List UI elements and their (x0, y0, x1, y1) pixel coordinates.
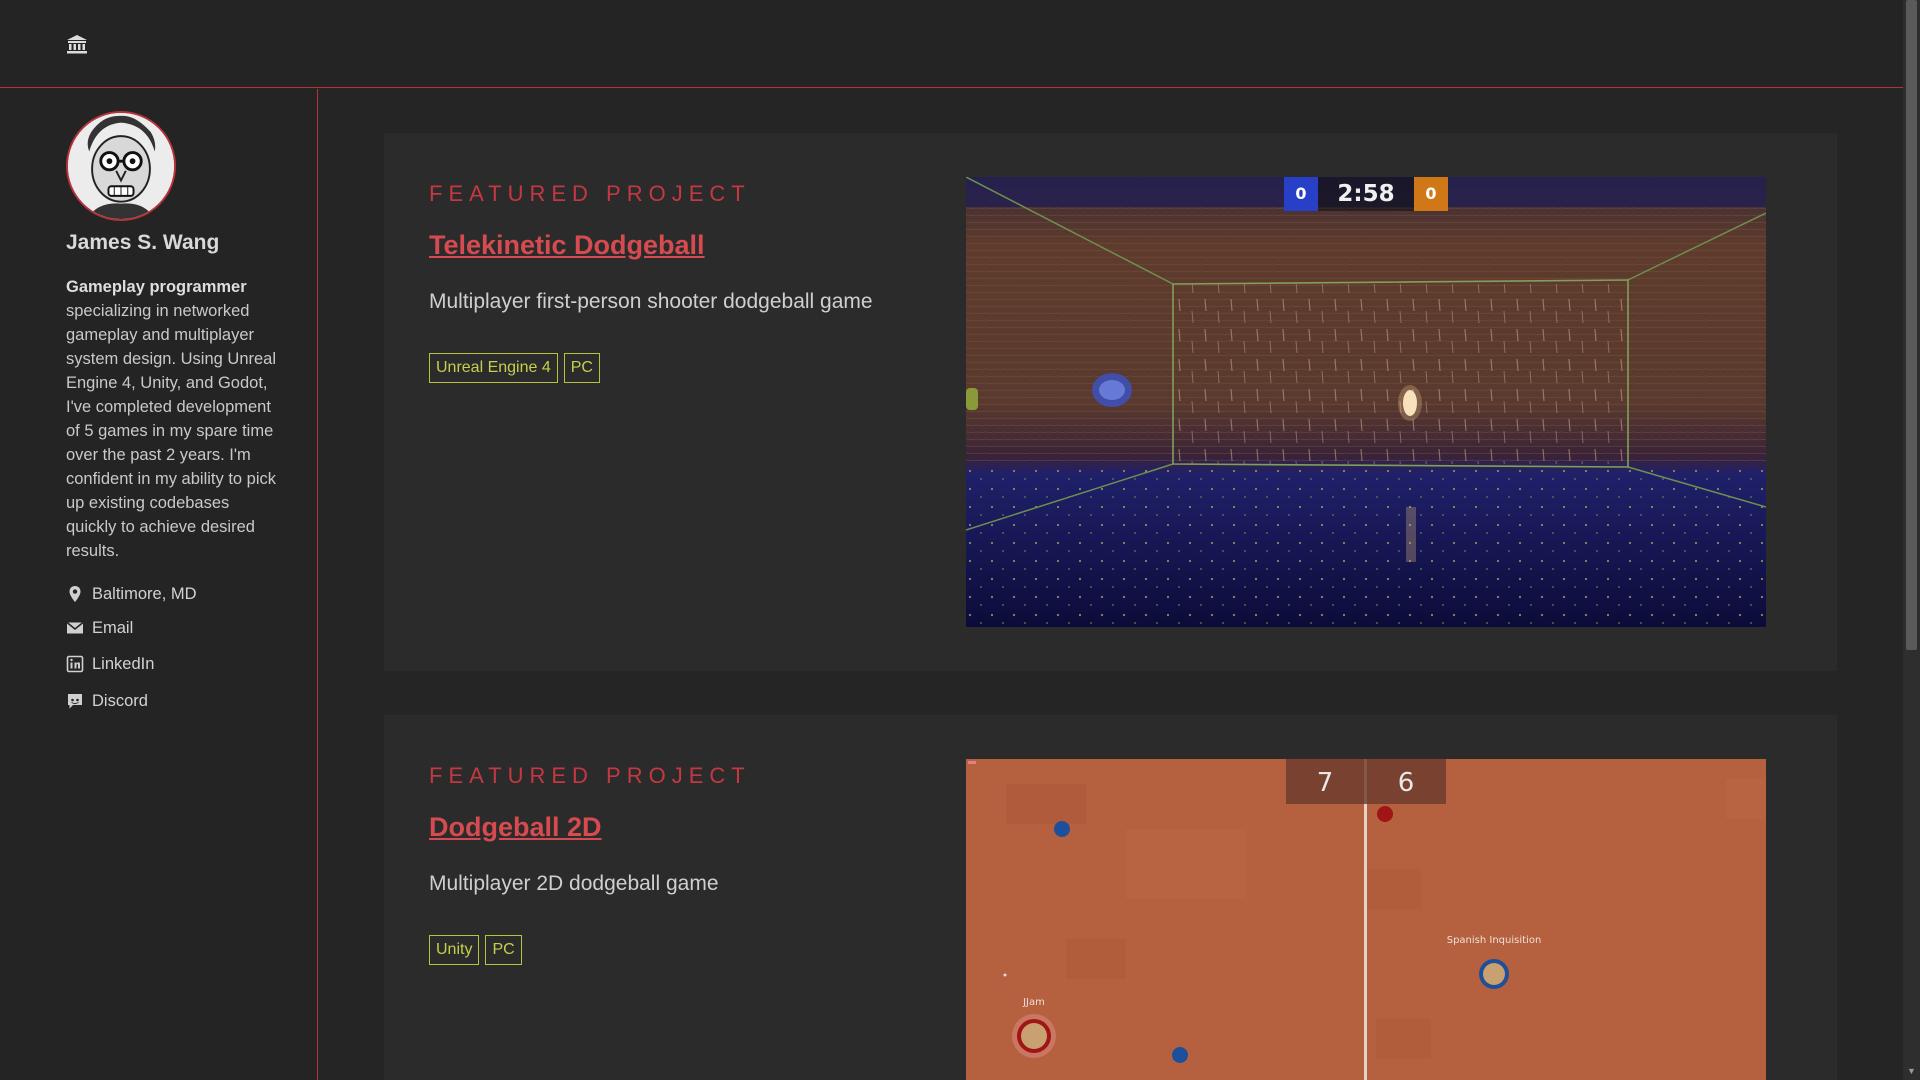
project-card-telekinetic-dodgeball: FEATURED PROJECT Telekinetic Dodgeball M… (384, 133, 1837, 671)
tag-unity[interactable]: Unity (429, 935, 480, 965)
linkedin-label: LinkedIn (92, 654, 155, 673)
location-label: Baltimore, MD (92, 584, 197, 603)
featured-label: FEATURED PROJECT (429, 763, 751, 788)
tag-pc[interactable]: PC (563, 353, 600, 383)
location-pin-icon (69, 586, 81, 602)
project-title-link[interactable]: Telekinetic Dodgeball (429, 230, 705, 261)
player-name-left: JJam (1022, 997, 1045, 1008)
tag-unreal-engine-4[interactable]: Unreal Engine 4 (429, 353, 558, 383)
bank-building-icon[interactable] (66, 34, 88, 54)
tag-list: Unreal Engine 4 PC (429, 353, 600, 383)
project-screenshot[interactable]: 7 6 JJam Spanish Inquisition (966, 759, 1766, 1080)
bio-text: specializing in networked gameplay and m… (66, 302, 277, 560)
match-timer: 2:58 (1337, 181, 1394, 207)
player-name-right: Spanish Inquisition (1447, 935, 1542, 946)
location-item: Baltimore, MD (66, 582, 197, 606)
tag-list: Unity PC (429, 935, 522, 965)
linkedin-link[interactable]: LinkedIn (66, 652, 154, 676)
left-team-score: 7 (1317, 768, 1334, 798)
project-description: Multiplayer 2D dodgeball game (429, 872, 719, 895)
email-label: Email (92, 618, 134, 637)
discord-link[interactable]: Discord (66, 689, 148, 713)
author-bio: Gameplay programmer specializing in netw… (66, 275, 278, 563)
envelope-icon (66, 621, 84, 634)
tag-pc[interactable]: PC (485, 935, 522, 965)
discord-icon (68, 694, 82, 709)
project-description: Multiplayer first-person shooter dodgeba… (429, 290, 873, 313)
project-screenshot[interactable]: 0 2:58 0 (966, 177, 1766, 627)
project-title-link[interactable]: Dodgeball 2D (429, 812, 602, 843)
bio-lead: Gameplay programmer (66, 278, 247, 296)
discord-label: Discord (92, 691, 148, 710)
blue-score: 0 (1295, 184, 1306, 203)
featured-label: FEATURED PROJECT (429, 181, 751, 206)
profile-sidebar: James S. Wang Gameplay programmer specia… (0, 89, 318, 1080)
linkedin-icon (66, 655, 84, 673)
scroll-down-arrow-icon[interactable]: ▼ (1906, 1066, 1917, 1077)
top-nav-bar (0, 0, 1903, 88)
avatar (66, 111, 176, 221)
scrollbar-thumb[interactable] (1906, 0, 1917, 650)
project-card-dodgeball-2d: FEATURED PROJECT Dodgeball 2D Multiplaye… (384, 715, 1837, 1080)
email-link[interactable]: Email (66, 616, 133, 640)
right-team-score: 6 (1398, 768, 1415, 798)
orange-score: 0 (1425, 184, 1436, 203)
author-name: James S. Wang (66, 231, 220, 254)
